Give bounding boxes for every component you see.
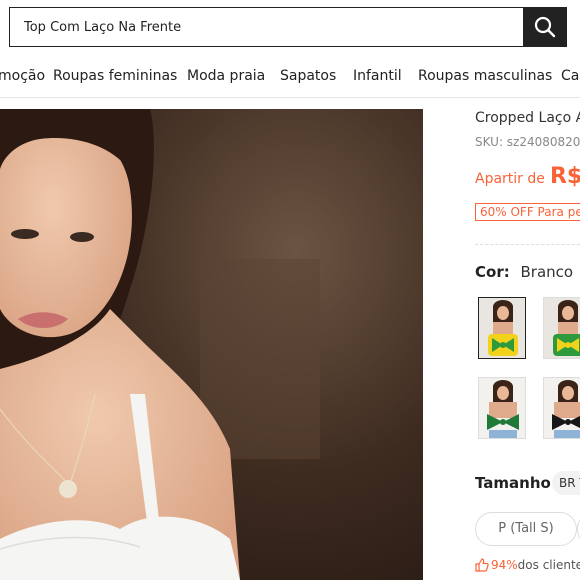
thumbs-up-icon [475,558,489,572]
color-selector-label: Cor: Branco [475,263,573,281]
search-input[interactable]: Top Com Laço Na Frente [9,7,523,47]
price-value: R$2 [549,164,580,189]
product-price: Apartir de R$2 [475,164,580,189]
fit-percent: 94% [491,558,518,572]
color-value: Branco [520,263,574,281]
product-main-image[interactable] [0,109,423,580]
discount-badge[interactable]: 60% OFF Para ped [475,203,580,221]
product-sku: SKU: sz2408082036 [475,135,580,149]
search-input-value: Top Com Laço Na Frente [24,19,182,35]
color-swatch-3[interactable] [478,377,526,439]
fit-text: dos cliente [517,558,580,572]
nav-item-infantil[interactable]: Infantil [353,68,402,84]
nav-item-roupas-femininas[interactable]: Roupas femininas [53,68,177,84]
size-system-selector[interactable]: BR T [552,471,580,495]
size-option-p[interactable]: P (Tall S) [475,512,577,546]
nav-item-promocao[interactable]: moção [0,68,45,84]
size-label: Tamanho [475,474,551,492]
nav-item-sapatos[interactable]: Sapatos [280,68,336,84]
nav-item-moda-praia[interactable]: Moda praia [187,68,265,84]
color-swatch-2[interactable] [543,297,580,359]
color-swatch-4[interactable] [543,377,580,439]
category-nav: moção Roupas femininas Moda praia Sapato… [0,56,580,98]
fit-feedback: 94% dos cliente [475,558,580,572]
price-prefix: Apartir de [475,171,545,187]
color-swatch-1[interactable] [478,297,526,359]
product-title: Cropped Laço A [475,110,580,126]
search-icon [534,16,556,38]
search-button[interactable] [523,7,567,47]
divider [475,244,580,245]
nav-item-roupas-masculinas[interactable]: Roupas masculinas [418,68,552,84]
color-label: Cor: [475,263,510,281]
product-page: Top Com Laço Na Frente moção Roupas femi… [0,0,580,580]
nav-item-casa[interactable]: Cas [561,68,580,84]
